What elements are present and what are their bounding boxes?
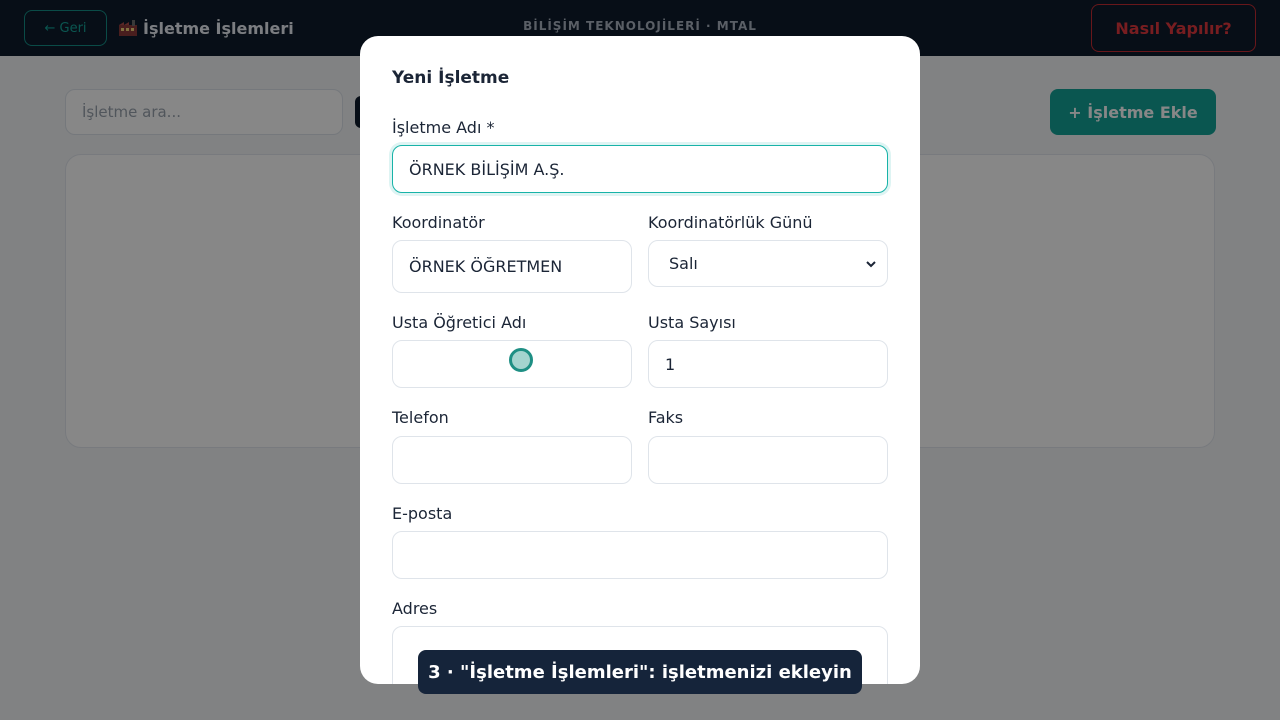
coordinator-input[interactable] xyxy=(392,240,632,293)
address-label: Adres xyxy=(392,599,438,618)
master-count-label: Usta Sayısı xyxy=(648,313,736,332)
master-count-input[interactable] xyxy=(648,340,888,388)
new-business-modal: Yeni İşletme İşletme Adı * Koordinatör K… xyxy=(360,36,920,684)
master-trainer-label: Usta Öğretici Adı xyxy=(392,313,527,332)
click-indicator xyxy=(509,348,533,372)
email-label: E-posta xyxy=(392,504,453,523)
coordinator-day-label: Koordinatörlük Günü xyxy=(648,213,813,232)
email-input[interactable] xyxy=(392,531,888,579)
chevron-down-icon xyxy=(866,260,876,267)
business-name-label: İşletme Adı * xyxy=(392,118,495,137)
coordinator-day-select[interactable]: Salı xyxy=(648,240,888,287)
business-name-input[interactable] xyxy=(392,145,888,193)
fax-label: Faks xyxy=(648,408,684,427)
modal-title: Yeni İşletme xyxy=(392,68,510,88)
tutorial-caption: 3 · "İşletme İşlemleri": işletmenizi ekl… xyxy=(418,650,862,694)
phone-label: Telefon xyxy=(392,408,449,427)
coordinator-day-value: Salı xyxy=(669,254,698,273)
coordinator-label: Koordinatör xyxy=(392,213,485,232)
fax-input[interactable] xyxy=(648,436,888,484)
phone-input[interactable] xyxy=(392,436,632,484)
